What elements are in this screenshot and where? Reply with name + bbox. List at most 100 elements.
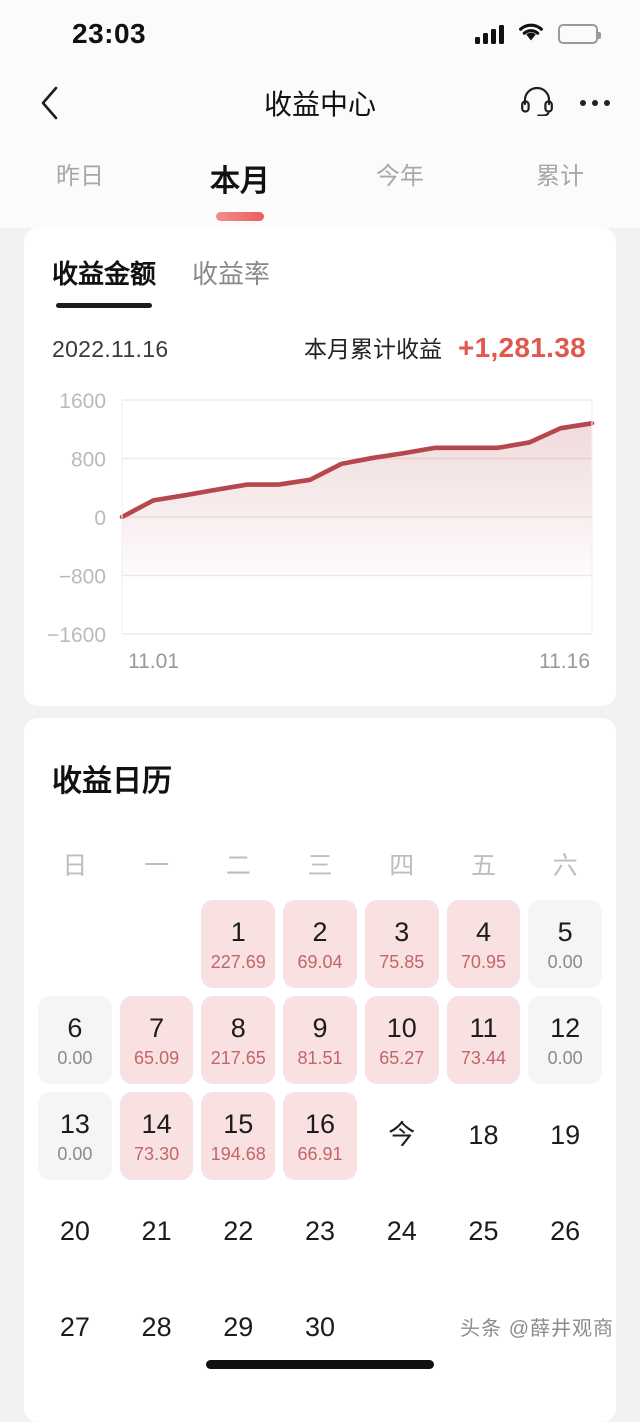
subtab-label: 收益金额 [52,259,157,289]
calendar-cell-empty [365,1284,439,1372]
calendar-day-cell[interactable]: 19 [528,1092,602,1180]
calendar-day-cell[interactable]: 20 [38,1188,112,1276]
calendar-day-amount: 69.04 [297,952,343,973]
calendar-day-number: 15 [223,1108,254,1139]
calendar-day-cell[interactable]: 21 [120,1188,194,1276]
calendar-day-amount: 217.65 [210,1048,266,1069]
calendar-day-cell[interactable]: 25 [447,1188,521,1276]
calendar-week-row: 1 227.69 2 69.04 3 75.85 4 70.95 5 0.00 [34,900,606,988]
calendar-day-cell[interactable]: 26 [528,1188,602,1276]
calendar-day-cell[interactable]: 18 [447,1092,521,1180]
svg-text:0: 0 [94,507,106,530]
calendar-day-number: 3 [394,916,410,947]
more-dots-icon [580,100,586,106]
tab-this-month[interactable]: 本月 [160,156,320,221]
calendar-grid: 1 227.69 2 69.04 3 75.85 4 70.95 5 0.00 6 0.00 7 65.0… [24,900,616,1372]
tab-yesterday[interactable]: 昨日 [0,156,160,191]
svg-text:1600: 1600 [59,390,106,413]
home-indicator [206,1360,434,1369]
calendar-day-number: 21 [141,1216,172,1247]
calendar-day-number: 13 [59,1108,90,1139]
support-button[interactable] [520,86,554,121]
calendar-day-cell[interactable]: 6 0.00 [38,996,112,1084]
calendar-day-amount: 0.00 [547,952,583,973]
calendar-day-cell[interactable]: 27 [38,1284,112,1372]
calendar-day-cell[interactable]: 12 0.00 [528,996,603,1084]
calendar-day-cell[interactable]: 24 [365,1188,439,1276]
summary-label: 本月累计收益 [303,336,442,362]
calendar-day-number: 8 [230,1012,246,1043]
subtab-earnings-amount[interactable]: 收益金额 [52,254,156,308]
calendar-day-number: 6 [67,1012,83,1043]
tab-label: 昨日 [56,163,104,190]
calendar-day-number: 18 [468,1120,499,1151]
calendar-day-number: 9 [312,1012,328,1043]
status-icons [475,21,601,47]
calendar-day-cell[interactable]: 1 227.69 [201,900,276,988]
calendar-day-number: 24 [386,1216,417,1247]
calendar-day-cell[interactable]: 14 73.30 [119,1092,194,1180]
more-button[interactable] [580,100,610,106]
calendar-day-number: 4 [475,916,491,947]
calendar-day-cell[interactable]: 28 [120,1284,194,1372]
tab-label: 本月 [210,165,270,198]
calendar-day-cell[interactable]: 29 [201,1284,275,1372]
back-button[interactable] [30,83,70,123]
weekday-label: 一 [144,852,170,880]
calendar-day-cell[interactable]: 今 [365,1092,439,1180]
calendar-day-cell[interactable]: 8 217.65 [201,996,276,1084]
subtab-label: 收益率 [192,259,271,289]
calendar-day-cell[interactable]: 30 [283,1284,357,1372]
calendar-day-amount: 81.51 [297,1048,343,1069]
calendar-day-amount: 73.30 [134,1144,180,1165]
calendar-day-cell[interactable]: 11 73.44 [446,996,521,1084]
active-subtab-indicator [56,303,152,308]
headset-icon [521,86,553,116]
calendar-day-cell[interactable]: 15 194.68 [201,1092,276,1180]
summary-date: 2022.11.16 [52,336,169,362]
tab-this-year[interactable]: 今年 [320,156,480,191]
calendar-day-number: 7 [149,1012,165,1043]
calendar-weekday-header: 日 一 二 三 四 五 六 [24,846,616,882]
calendar-day-cell[interactable]: 4 70.95 [446,900,521,988]
active-tab-indicator [216,212,264,221]
chart-summary: 2022.11.16 本月累计收益 +1,281.38 [24,308,616,364]
calendar-day-cell[interactable]: 16 66.91 [283,1092,357,1180]
status-time: 23:03 [72,18,147,49]
calendar-day-amount: 0.00 [57,1144,93,1165]
calendar-day-cell[interactable]: 10 65.27 [364,996,439,1084]
more-dots-icon [592,100,598,106]
calendar-week-row: 20 21 22 23 24 25 26 [34,1188,606,1276]
subtab-return-rate[interactable]: 收益率 [192,254,270,291]
calendar-day-amount: 194.68 [210,1144,266,1165]
calendar-day-cell[interactable]: 2 69.04 [283,900,357,988]
calendar-day-cell[interactable]: 22 [201,1188,275,1276]
calendar-day-cell[interactable]: 7 65.09 [119,996,194,1084]
svg-text:800: 800 [71,449,106,472]
calendar-day-amount: 70.95 [460,952,506,973]
chart-sub-tabs: 收益金额 收益率 [24,228,616,308]
calendar-day-number: 25 [468,1216,499,1247]
calendar-title: 收益日历 [52,765,172,798]
calendar-day-number: 23 [304,1216,336,1247]
calendar-day-amount: 66.91 [297,1144,343,1165]
calendar-day-number: 26 [550,1216,581,1247]
earnings-area-chart[interactable]: 1600 800 0 −800 −1600 11.01 11.16 [24,382,616,692]
signal-bars-icon [475,24,504,44]
calendar-day-number: 12 [550,1012,581,1043]
calendar-day-number: 14 [141,1108,172,1139]
calendar-day-cell[interactable]: 5 0.00 [528,900,603,988]
calendar-day-number: 19 [550,1120,581,1151]
calendar-day-cell[interactable]: 9 81.51 [283,996,357,1084]
calendar-day-cell[interactable]: 23 [283,1188,357,1276]
calendar-week-row: 6 0.00 7 65.09 8 217.65 9 81.51 10 65.27 11 73.44 12… [34,996,606,1084]
status-bar: 23:03 [0,0,640,68]
svg-text:11.16: 11.16 [539,650,590,673]
weekday-label: 六 [552,852,578,880]
calendar-day-cell[interactable]: 3 75.85 [364,900,439,988]
tab-total[interactable]: 累计 [480,156,640,191]
calendar-day-number: 28 [141,1312,172,1343]
calendar-day-amount: 73.44 [460,1048,506,1069]
calendar-day-cell[interactable]: 13 0.00 [38,1092,112,1180]
calendar-day-amount: 75.85 [379,952,425,973]
